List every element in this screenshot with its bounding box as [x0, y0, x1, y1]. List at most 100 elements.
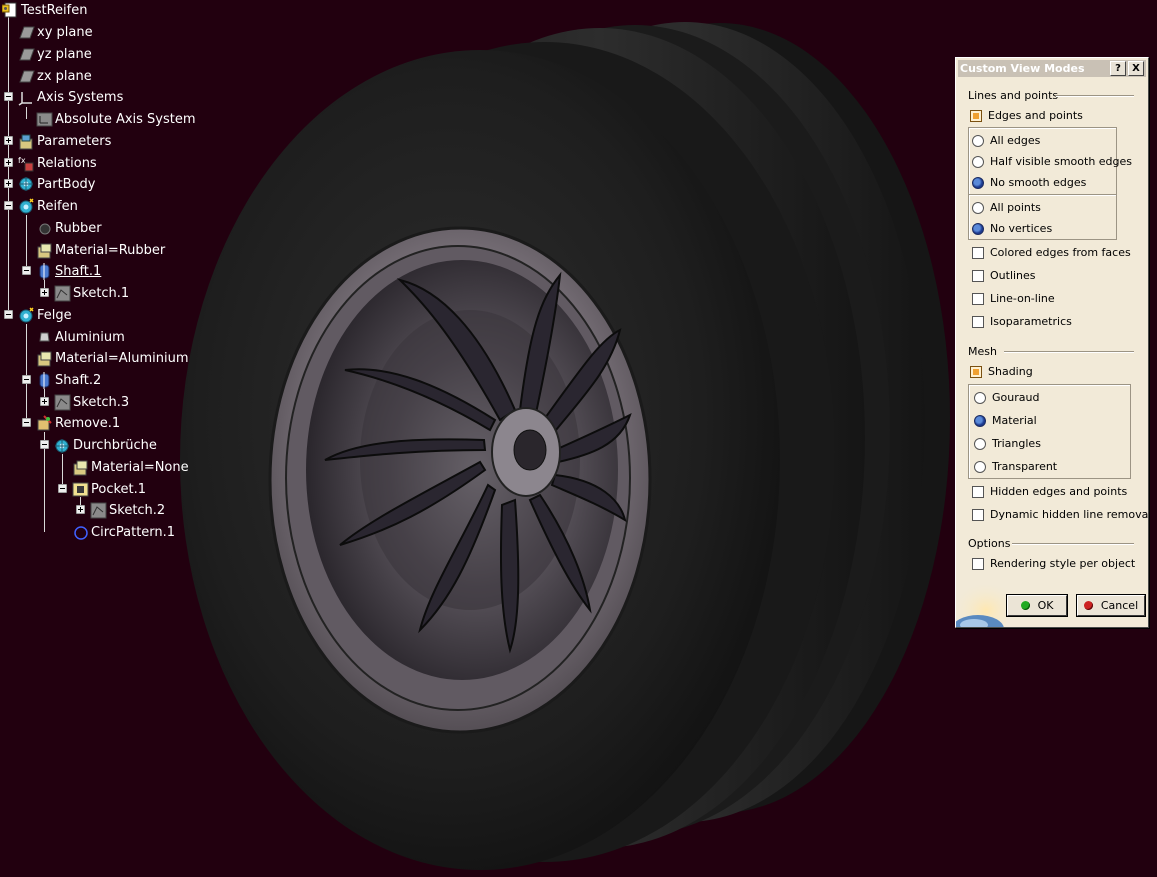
- material-parameter-icon: [72, 459, 89, 476]
- line-on-line-checkbox[interactable]: Line-on-line: [972, 292, 1055, 305]
- tree-connector: [26, 215, 27, 272]
- checkbox-unchecked-icon: [972, 292, 984, 305]
- expand-icon[interactable]: [76, 505, 85, 514]
- help-button[interactable]: ?: [1110, 61, 1126, 76]
- checkbox-checked-icon: [970, 365, 982, 378]
- tree-item-pocket-1[interactable]: Pocket.1: [72, 479, 146, 499]
- hub-hole: [513, 429, 547, 471]
- tree-item-rubber[interactable]: Rubber: [36, 218, 102, 238]
- section-divider: [1012, 543, 1134, 545]
- radio-no-vertices[interactable]: No vertices: [972, 222, 1052, 235]
- colored-edges-checkbox[interactable]: Colored edges from faces: [972, 246, 1131, 259]
- tree-item-zx-plane[interactable]: zx plane: [18, 66, 92, 86]
- tree-connector: [26, 324, 27, 422]
- collapse-icon[interactable]: [4, 310, 13, 319]
- radio-gouraud[interactable]: Gouraud: [974, 391, 1039, 404]
- part-document-icon: [2, 2, 19, 19]
- rendering-style-per-object-checkbox[interactable]: Rendering style per object: [972, 557, 1135, 570]
- ok-icon: [1020, 601, 1030, 610]
- tree-item-partbody[interactable]: PartBody: [18, 174, 95, 194]
- body-icon: [54, 437, 71, 454]
- tree-item-shaft-2[interactable]: Shaft.2: [36, 370, 101, 390]
- plane-icon: [18, 24, 35, 41]
- tree-item-yz-plane[interactable]: yz plane: [18, 44, 92, 64]
- outlines-checkbox[interactable]: Outlines: [972, 269, 1036, 282]
- cancel-button[interactable]: Cancel: [1077, 595, 1145, 616]
- tree-item-material-rubber[interactable]: Material=Rubber: [36, 240, 165, 260]
- edges-and-points-checkbox[interactable]: Edges and points: [970, 109, 1083, 122]
- tree-item-parameters[interactable]: Parameters: [18, 131, 111, 151]
- tree-item-material-aluminium[interactable]: Material=Aluminium: [36, 348, 188, 368]
- custom-view-modes-dialog: Custom View Modes ? X Lines and points E…: [955, 57, 1149, 628]
- ok-button[interactable]: OK: [1007, 595, 1067, 616]
- tree-item-sketch-3[interactable]: Sketch.3: [54, 392, 129, 412]
- tree-item-sketch-1[interactable]: Sketch.1: [54, 283, 129, 303]
- shading-checkbox[interactable]: Shading: [970, 365, 1033, 378]
- tree-item-material-none[interactable]: Material=None: [72, 457, 189, 477]
- tree-item-sketch-2[interactable]: Sketch.2: [90, 500, 165, 520]
- body-icon: [18, 176, 35, 193]
- material-sphere-icon: [36, 220, 53, 237]
- expand-icon[interactable]: [40, 288, 49, 297]
- tree-item-circpattern-1[interactable]: CircPattern.1: [72, 522, 175, 542]
- collapse-icon[interactable]: [4, 201, 13, 210]
- tree-item-relations[interactable]: fx Relations: [18, 153, 97, 173]
- radio-unselected-icon: [972, 155, 984, 168]
- radio-selected-icon: [974, 414, 986, 427]
- sketch-icon: [54, 285, 71, 302]
- radio-transparent[interactable]: Transparent: [974, 460, 1057, 473]
- expand-icon[interactable]: [4, 179, 13, 188]
- collapse-icon[interactable]: [40, 440, 49, 449]
- circ-pattern-icon: [72, 524, 89, 541]
- radio-selected-icon: [972, 176, 984, 189]
- expand-icon[interactable]: [4, 158, 13, 167]
- collapse-icon[interactable]: [58, 484, 67, 493]
- radio-all-edges[interactable]: All edges: [972, 134, 1040, 147]
- tree-item-axis-systems[interactable]: Axis Systems: [18, 87, 123, 107]
- dialog-logo-graphic: [956, 585, 1006, 627]
- tree-item-aluminium[interactable]: Aluminium: [36, 327, 125, 347]
- tree-item-testreifen[interactable]: TestReifen: [2, 0, 87, 20]
- checkbox-unchecked-icon: [972, 557, 984, 570]
- radio-unselected-icon: [974, 391, 986, 404]
- pocket-icon: [72, 481, 89, 498]
- body-icon: [18, 197, 35, 215]
- tree-item-durchbrueche[interactable]: Durchbrüche: [54, 435, 157, 455]
- remove-icon: [36, 414, 53, 432]
- relations-icon: fx: [18, 155, 35, 172]
- isoparametrics-checkbox[interactable]: Isoparametrics: [972, 315, 1072, 328]
- checkbox-checked-icon: [970, 109, 982, 122]
- collapse-icon[interactable]: [4, 92, 13, 101]
- radio-unselected-icon: [974, 460, 986, 473]
- checkbox-unchecked-icon: [972, 269, 984, 282]
- radio-unselected-icon: [972, 201, 984, 214]
- tree-connector: [62, 454, 63, 488]
- dialog-title: Custom View Modes: [960, 62, 1085, 75]
- radio-no-smooth-edges[interactable]: No smooth edges: [972, 176, 1086, 189]
- dialog-titlebar[interactable]: Custom View Modes ? X: [958, 60, 1146, 77]
- dynamic-hidden-line-removal-checkbox[interactable]: Dynamic hidden line removal: [972, 508, 1148, 521]
- collapse-icon[interactable]: [22, 266, 31, 275]
- expand-icon[interactable]: [4, 136, 13, 145]
- tree-item-remove-1[interactable]: Remove.1: [36, 413, 120, 433]
- tree-item-felge[interactable]: Felge: [18, 305, 72, 325]
- close-button[interactable]: X: [1128, 61, 1144, 76]
- radio-half-visible-smooth-edges[interactable]: Half visible smooth edges: [972, 155, 1132, 168]
- tree-item-reifen[interactable]: Reifen: [18, 196, 78, 216]
- tree-item-xy-plane[interactable]: xy plane: [18, 22, 93, 42]
- tree-item-shaft-1[interactable]: Shaft.1: [36, 261, 101, 281]
- tree-item-absolute-axis-system[interactable]: Absolute Axis System: [36, 109, 196, 129]
- radio-triangles[interactable]: Triangles: [974, 437, 1041, 450]
- checkbox-unchecked-icon: [972, 485, 984, 498]
- expand-icon[interactable]: [40, 397, 49, 406]
- radio-material[interactable]: Material: [974, 414, 1037, 427]
- radio-all-points[interactable]: All points: [972, 201, 1041, 214]
- collapse-icon[interactable]: [22, 375, 31, 384]
- checkbox-unchecked-icon: [972, 315, 984, 328]
- collapse-icon[interactable]: [22, 418, 31, 427]
- radio-selected-icon: [972, 222, 984, 235]
- hidden-edges-checkbox[interactable]: Hidden edges and points: [972, 485, 1127, 498]
- parameters-icon: [18, 133, 35, 150]
- axis-system-icon: [36, 111, 53, 128]
- lines-and-points-section-title: Lines and points: [968, 89, 1059, 102]
